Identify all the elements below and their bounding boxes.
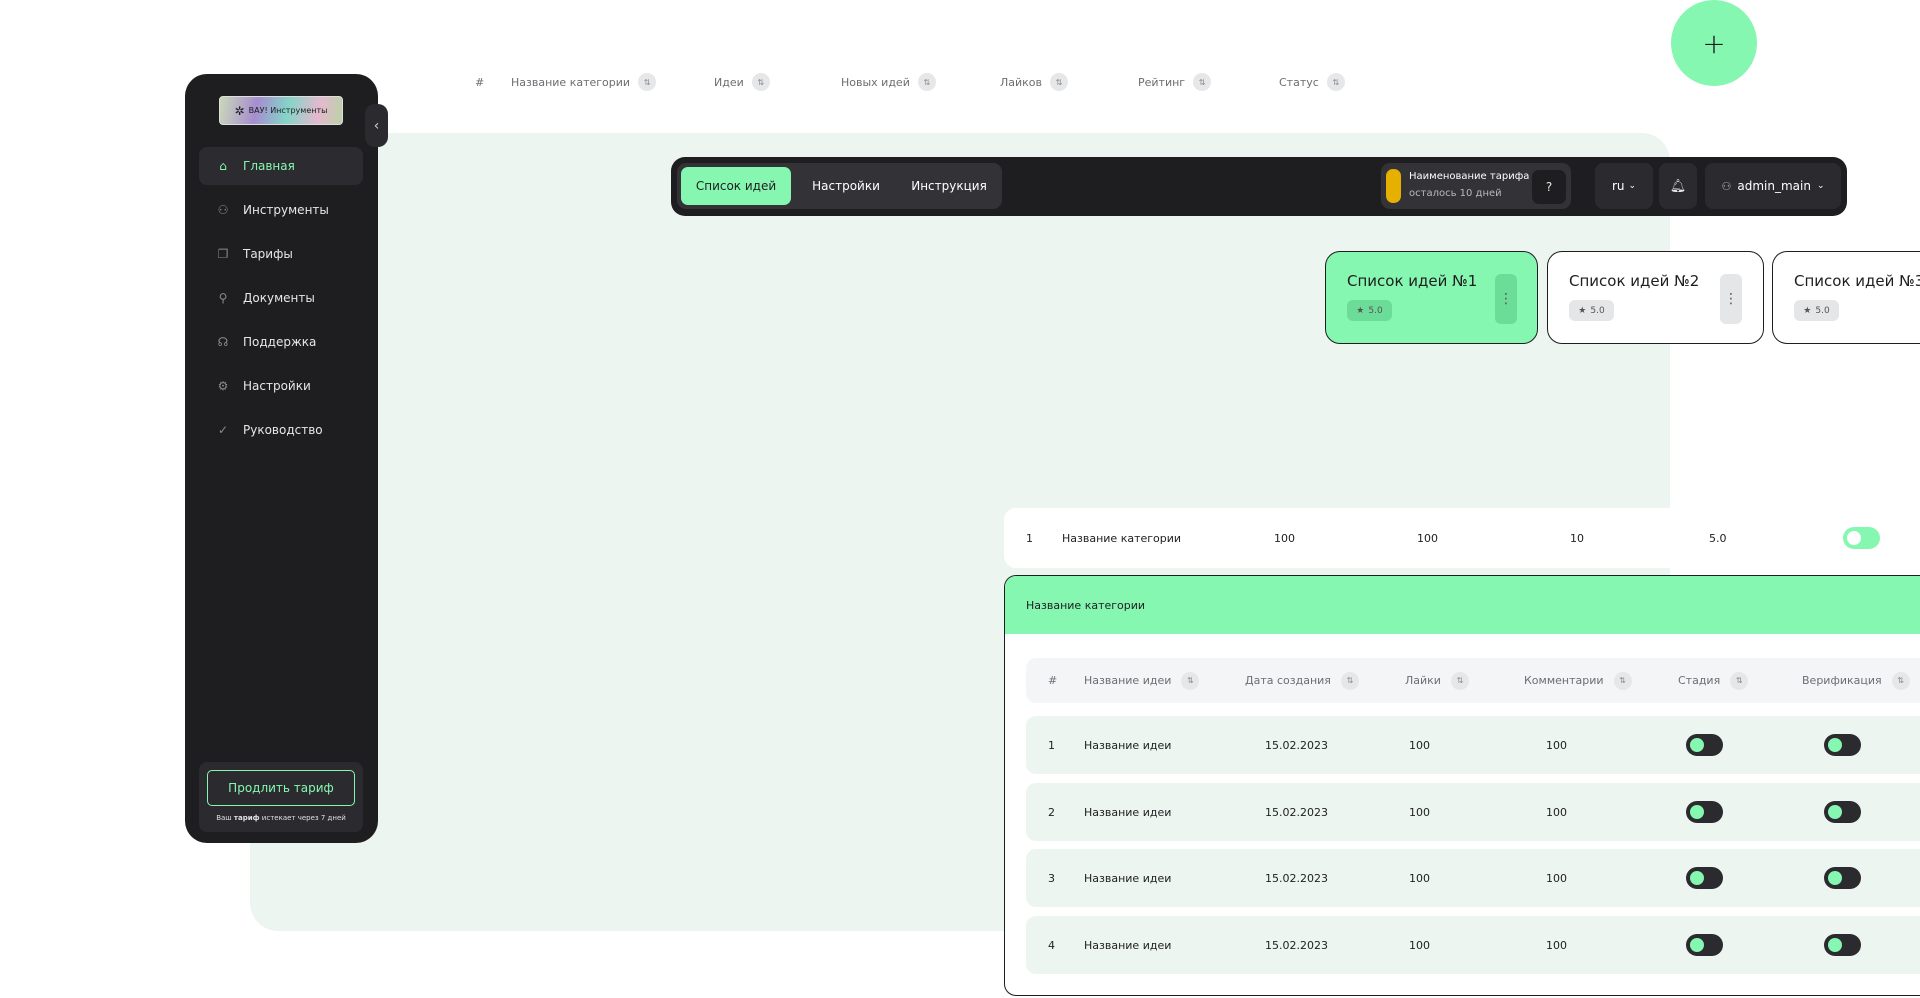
sidebar-item-tools[interactable]: ⚇ Инструменты <box>199 191 363 229</box>
sidebar-item-support[interactable]: ☊ Поддержка <box>199 323 363 361</box>
home-icon: ⌂ <box>219 159 227 173</box>
user-icon: ⚇ <box>1721 179 1732 193</box>
renew-tariff-button[interactable]: Продлить тариф <box>207 770 355 806</box>
topbar: Список идей Настройки Инструкция Наимено… <box>671 157 1847 216</box>
card-menu-button[interactable]: ⋮ <box>1495 274 1517 324</box>
bell-icon: 🔔︎ <box>1669 178 1687 194</box>
idea-list-card[interactable]: Список идей №1 ★ 5.0 ⋮ <box>1325 251 1538 344</box>
more-vertical-icon: ⋮ <box>1499 291 1513 307</box>
stage-toggle[interactable] <box>1686 934 1723 956</box>
tab-settings[interactable]: Настройки <box>796 167 896 205</box>
table-row[interactable]: 4 Название идеи 15.02.2023 100 100 <box>1026 916 1920 974</box>
sort-icon[interactable]: ⇅ <box>638 73 657 91</box>
idea-table-header: # Название идеи ⇅ Дата создания ⇅ Лайки ⇅ К… <box>1026 658 1920 703</box>
card-rating: ★ 5.0 <box>1794 300 1839 321</box>
user-menu[interactable]: ⚇ admin_main ⌄ <box>1705 163 1841 209</box>
sort-icon[interactable]: ⇅ <box>1613 671 1632 690</box>
category-row[interactable]: 1 Название категории 100 100 10 5.0 <box>1004 508 1920 568</box>
sidebar-item-home[interactable]: ⌂ Главная <box>199 147 363 185</box>
more-vertical-icon: ⋮ <box>1724 291 1738 307</box>
category-panel: Название категории # Название идеи ⇅ Дата… <box>1004 575 1920 996</box>
card-menu-button[interactable]: ⋮ <box>1720 274 1742 324</box>
verification-toggle[interactable] <box>1824 934 1861 956</box>
verification-toggle[interactable] <box>1824 867 1861 889</box>
gear-icon: ✲ <box>234 103 245 118</box>
chevron-down-icon: ⌄ <box>1816 181 1825 191</box>
star-icon: ★ <box>1356 305 1365 316</box>
idea-list-card[interactable]: Список идей №2 ★ 5.0 ⋮ <box>1547 251 1764 344</box>
sidebar-item-tariffs[interactable]: ❐ Тарифы <box>199 235 363 273</box>
tab-idea-list[interactable]: Список идей <box>681 167 791 205</box>
header-ideas: Идеи ⇅ <box>714 70 770 94</box>
sort-icon[interactable]: ⇅ <box>1326 73 1345 91</box>
sidebar-collapse-button[interactable]: ‹ <box>365 104 388 147</box>
header-category-name: Название категории ⇅ <box>511 70 657 94</box>
chevron-down-icon: ⌄ <box>1628 181 1637 191</box>
card-rating: ★ 5.0 <box>1569 300 1614 321</box>
tab-instructions[interactable]: Инструкция <box>899 167 999 205</box>
support-icon: ☊ <box>217 335 229 349</box>
card-rating: ★ 5.0 <box>1347 300 1392 321</box>
stage-toggle[interactable] <box>1686 867 1723 889</box>
star-icon: ★ <box>1803 305 1812 316</box>
renew-box: Продлить тариф Ваш тариф истекает через … <box>199 762 363 832</box>
verification-toggle[interactable] <box>1824 734 1861 756</box>
stage-toggle[interactable] <box>1686 801 1723 823</box>
logo[interactable]: ✲ ВАУ! Инструменты <box>219 96 343 125</box>
chevron-left-icon: ‹ <box>373 117 380 134</box>
notifications-button[interactable]: 🔔︎ <box>1659 163 1697 209</box>
sort-icon[interactable]: ⇅ <box>751 73 770 91</box>
category-panel-title[interactable]: Название категории <box>1005 576 1920 634</box>
sort-icon[interactable]: ⇅ <box>1730 671 1749 690</box>
verification-toggle[interactable] <box>1824 801 1861 823</box>
sort-icon[interactable]: ⇅ <box>1193 73 1212 91</box>
tariff-days-left: осталось 10 дней <box>1409 188 1502 199</box>
language-select[interactable]: ru ⌄ <box>1595 163 1653 209</box>
stage-toggle[interactable] <box>1686 734 1723 756</box>
category-status-toggle[interactable] <box>1843 527 1880 549</box>
settings-icon: ⚙ <box>217 379 229 393</box>
header-new-ideas: Новых идей ⇅ <box>841 70 936 94</box>
header-rating: Рейтинг ⇅ <box>1138 70 1212 94</box>
sort-icon[interactable]: ⇅ <box>1450 671 1469 690</box>
sort-icon[interactable]: ⇅ <box>1891 671 1910 690</box>
documents-icon: ⚲ <box>218 291 228 305</box>
help-button[interactable]: ? <box>1532 170 1566 204</box>
tariff-indicator <box>1386 169 1401 203</box>
sidebar: ✲ ВАУ! Инструменты ⌂ Главная ⚇ Инструмен… <box>185 74 378 843</box>
tariff-name: Наименование тарифа <box>1409 171 1530 182</box>
tariff-expiry-note: Ваш тариф истекает через 7 дней <box>216 814 346 822</box>
sidebar-nav: ⌂ Главная ⚇ Инструменты ❐ Тарифы ⚲ Докум… <box>199 147 363 455</box>
header-num: # <box>475 75 485 89</box>
tools-icon: ⚇ <box>217 203 229 217</box>
table-row[interactable]: 1 Название идеи 15.02.2023 100 100 <box>1026 716 1920 774</box>
sidebar-item-documents[interactable]: ⚲ Документы <box>199 279 363 317</box>
sort-icon[interactable]: ⇅ <box>1181 671 1200 690</box>
plus-icon: + <box>1702 26 1726 60</box>
sort-icon[interactable]: ⇅ <box>1340 671 1359 690</box>
header-likes: Лайков ⇅ <box>1000 70 1069 94</box>
table-row[interactable]: 3 Название идеи 15.02.2023 100 100 <box>1026 849 1920 907</box>
add-button[interactable]: + <box>1671 0 1757 86</box>
guide-icon: ✓ <box>217 423 229 437</box>
idea-list-card[interactable]: Список идей №3 ★ 5.0 <box>1772 251 1920 344</box>
header-status: Статус ⇅ <box>1279 70 1345 94</box>
help-icon: ? <box>1545 180 1553 194</box>
table-row[interactable]: 2 Название идеи 15.02.2023 100 100 <box>1026 783 1920 841</box>
sidebar-item-guide[interactable]: ✓ Руководство <box>199 411 363 449</box>
tab-group: Список идей Настройки Инструкция <box>677 163 1002 209</box>
sort-icon[interactable]: ⇅ <box>1050 73 1069 91</box>
tariffs-icon: ❐ <box>217 247 229 261</box>
sidebar-item-settings[interactable]: ⚙ Настройки <box>199 367 363 405</box>
sort-icon[interactable]: ⇅ <box>917 73 936 91</box>
star-icon: ★ <box>1578 305 1587 316</box>
